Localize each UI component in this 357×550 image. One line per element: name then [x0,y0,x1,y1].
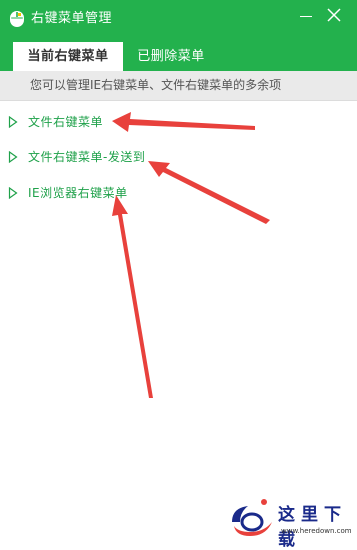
red-arrow-icon [112,112,255,132]
watermark-text: 这里下载 [278,505,347,550]
red-arrow-icon [112,195,153,398]
tree-item-label: 文件右键菜单 [28,115,104,129]
minimize-icon[interactable] [296,6,316,26]
expand-arrow-icon[interactable] [8,151,18,163]
expand-arrow-icon[interactable] [8,187,18,199]
expand-arrow-icon[interactable] [8,116,18,128]
close-icon[interactable] [323,4,345,26]
red-arrow-icon [148,161,270,224]
watermark-url: www.heredown.com [281,527,352,535]
tab-deleted-menu[interactable]: 已删除菜单 [124,42,218,71]
tab-current-menu[interactable]: 当前右键菜单 [13,42,123,71]
hint-text: 您可以管理IE右键菜单、文件右键菜单的多余项 [30,78,282,92]
tree-item-label: 文件右键菜单-发送到 [28,150,146,164]
window-title: 右键菜单管理 [31,11,113,26]
title-bar: 右键菜单管理 当前右键菜单 已删除菜单 [0,0,357,71]
watermark-logo-icon [232,499,272,536]
tree-item-label: IE浏览器右键菜单 [28,186,128,200]
mouse-icon [10,11,24,27]
hint-bar: 您可以管理IE右键菜单、文件右键菜单的多余项 [0,71,357,101]
